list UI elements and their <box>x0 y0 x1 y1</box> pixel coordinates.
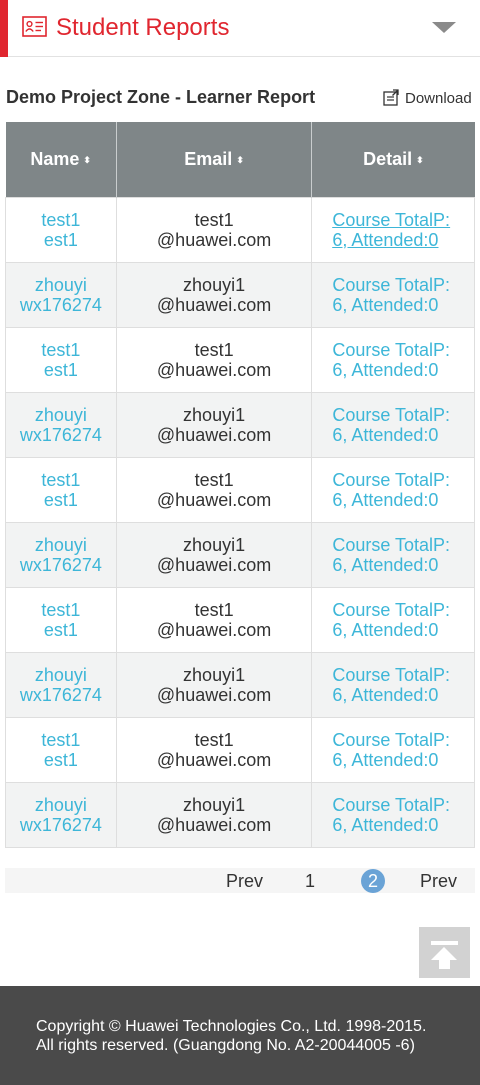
course-detail-link[interactable]: Course TotalP: 6, Attended:0 <box>311 391 475 458</box>
download-button[interactable]: Download <box>382 88 472 108</box>
sort-icon: ⬍ <box>236 154 244 165</box>
course-detail-link[interactable]: Course TotalP: 6, Attended:0 <box>311 586 475 653</box>
learner-email: test1 @huawei.com <box>115 326 313 393</box>
learner-email: test1 @huawei.com <box>115 456 313 523</box>
table-header-row: Name ⬍ Email ⬍ Detail ⬍ <box>5 122 475 197</box>
back-to-top-button[interactable] <box>419 927 470 978</box>
report-title: Demo Project Zone - Learner Report <box>6 87 316 107</box>
column-header-name[interactable]: Name ⬍ <box>5 122 117 197</box>
learner-name-link[interactable]: test1 est1 <box>5 586 117 653</box>
learner-name-link[interactable]: zhouyi wx176274 <box>5 781 117 848</box>
course-detail-link[interactable]: Course TotalP: 6, Attended:0 <box>311 781 475 848</box>
learner-name-link[interactable]: test1 est1 <box>5 326 117 393</box>
learner-report-table: Name ⬍ Email ⬍ Detail ⬍ test1 est1 test1 @huaw… <box>5 122 475 848</box>
table-row: test1 est1 test1 @huawei.com Course TotalP: 6… <box>5 586 475 653</box>
table-row: zhouyi wx176274 zhouyi1 @huawei.com Course T… <box>5 521 475 588</box>
sort-icon: ⬍ <box>416 154 424 165</box>
table-row: test1 est1 test1 @huawei.com Course TotalP: 6… <box>5 326 475 393</box>
course-detail-link[interactable]: Course TotalP: 6, Attended:0 <box>311 196 475 263</box>
copyright-text: Copyright © Huawei Technologies Co., Ltd… <box>36 1017 426 1055</box>
table-row: zhouyi wx176274 zhouyi1 @huawei.com Course T… <box>5 261 475 328</box>
caret-down-icon[interactable] <box>432 22 456 33</box>
download-icon <box>383 89 399 106</box>
column-header-email[interactable]: Email ⬍ <box>116 122 313 197</box>
learner-name-link[interactable]: test1 est1 <box>5 196 117 263</box>
pagination: Prev 1 2 Prev <box>5 868 475 893</box>
course-detail-link[interactable]: Course TotalP: 6, Attended:0 <box>311 651 475 718</box>
copyright-line-1: Copyright © Huawei Technologies Co., Ltd… <box>36 1018 427 1035</box>
course-detail-link[interactable]: Course TotalP: 6, Attended:0 <box>311 326 475 393</box>
learner-email: test1 @huawei.com <box>115 196 313 263</box>
copyright-line-2: All rights reserved. (Guangdong No. A2-2… <box>36 1037 415 1054</box>
learner-email: zhouyi1 @huawei.com <box>115 521 313 588</box>
column-header-detail[interactable]: Detail ⬍ <box>311 122 475 197</box>
learner-email: zhouyi1 @huawei.com <box>115 261 313 328</box>
learner-name-link[interactable]: zhouyi wx176274 <box>5 651 117 718</box>
page-title: Student Reports <box>56 14 230 41</box>
learner-email: zhouyi1 @huawei.com <box>115 651 313 718</box>
table-row: test1 est1 test1 @huawei.com Course TotalP: 6… <box>5 716 475 783</box>
page-2-button-current[interactable]: 2 <box>361 869 385 893</box>
table-row: test1 est1 test1 @huawei.com Course TotalP: 6… <box>5 456 475 523</box>
learner-email: zhouyi1 @huawei.com <box>115 781 313 848</box>
next-page-button[interactable]: Prev <box>420 870 457 892</box>
header-accent-bar <box>0 0 8 57</box>
table-row: test1 est1 test1 @huawei.com Course TotalP: 6… <box>5 196 475 263</box>
top-bar: Student Reports <box>0 0 480 57</box>
course-detail-link[interactable]: Course TotalP: 6, Attended:0 <box>311 716 475 783</box>
learner-email: zhouyi1 @huawei.com <box>115 391 313 458</box>
learner-name-link[interactable]: test1 est1 <box>5 716 117 783</box>
table-row: zhouyi wx176274 zhouyi1 @huawei.com Course T… <box>5 781 475 848</box>
learner-name-link[interactable]: zhouyi wx176274 <box>5 391 117 458</box>
page-1-button[interactable]: 1 <box>305 870 315 892</box>
learner-email: test1 @huawei.com <box>115 586 313 653</box>
course-detail-link[interactable]: Course TotalP: 6, Attended:0 <box>311 261 475 328</box>
sort-icon: ⬍ <box>83 154 91 165</box>
learner-name-link[interactable]: zhouyi wx176274 <box>5 521 117 588</box>
course-detail-link[interactable]: Course TotalP: 6, Attended:0 <box>311 521 475 588</box>
learner-name-link[interactable]: test1 est1 <box>5 456 117 523</box>
prev-page-button[interactable]: Prev <box>226 870 263 892</box>
course-detail-link[interactable]: Course TotalP: 6, Attended:0 <box>311 456 475 523</box>
learner-email: test1 @huawei.com <box>115 716 313 783</box>
learner-name-link[interactable]: zhouyi wx176274 <box>5 261 117 328</box>
table-row: zhouyi wx176274 zhouyi1 @huawei.com Course T… <box>5 391 475 458</box>
footer: Copyright © Huawei Technologies Co., Ltd… <box>0 986 480 1085</box>
report-card-icon <box>22 16 47 37</box>
download-label: Download <box>405 89 472 107</box>
table-row: zhouyi wx176274 zhouyi1 @huawei.com Course T… <box>5 651 475 718</box>
